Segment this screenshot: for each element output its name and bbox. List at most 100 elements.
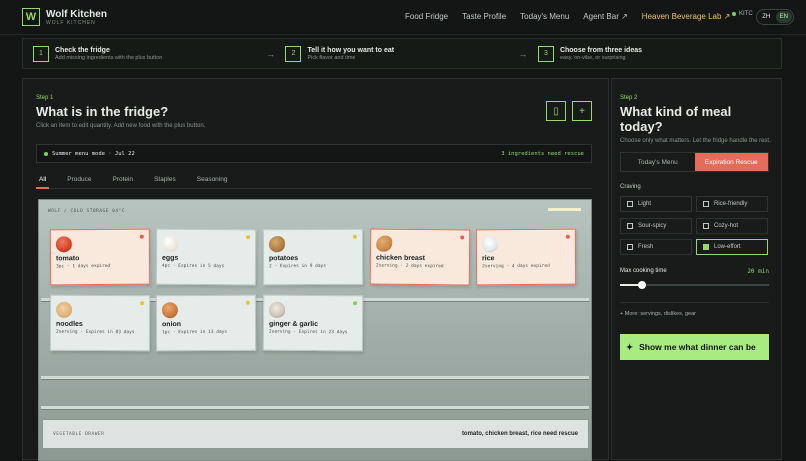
nav-food-fridge[interactable]: Food Fridge [405,12,448,21]
food-card-ginger-garlic[interactable]: ginger & garlic 2serving · Expires in 23… [262,294,364,352]
craving-sour-spicy[interactable]: Sour-spicy [620,218,692,234]
fridge-light [548,208,581,211]
checkbox-icon [627,223,633,229]
food-card-tomato[interactable]: tomato 3pc · 1 days expired [49,228,151,286]
food-card-rice[interactable]: rice 2serving · 4 days expired [475,228,577,286]
cook-time-value: 20 min [747,268,769,275]
more-options-link[interactable]: + More: servings, dislikes, gear [620,302,769,317]
checkbox-icon [703,223,709,229]
food-meta: 2serving · Expires in 23 days [268,329,348,336]
craving-low-effort[interactable]: Low-effort [696,239,768,255]
drawer-note: tomato, chicken breast, rice need rescue [461,431,578,437]
main-nav: Food Fridge Taste Profile Today's Menu A… [405,12,730,21]
tab-seasoning[interactable]: Seasoning [194,176,231,183]
arrow-right-icon: → [518,48,528,59]
banner-mode: Summer menu mode · Jul 22 [52,150,135,157]
status-banner: Summer menu mode · Jul 22 3 ingredients … [36,144,592,163]
checkbox-icon [703,201,709,207]
kitchen-status: KITC [732,11,753,17]
mode-expiration-rescue[interactable]: Expiration Rescue [694,153,768,171]
add-food-button[interactable]: + [572,101,592,121]
storage-label: WOLF / COLD STORAGE 04°C [48,209,126,214]
step-label: Step 1 [36,95,54,101]
cook-time-label: Max cooking time [620,268,667,274]
tab-all[interactable]: All [36,176,50,189]
food-meta: 2serving · Expires in 83 days [55,329,135,336]
food-name: noodles [55,320,83,328]
vegetable-drawer[interactable]: VEGETABLE DRAWER tomato, chicken breast,… [42,419,589,449]
slider-handle[interactable] [638,281,647,289]
tab-protein[interactable]: Protein [109,176,136,183]
food-name: ginger & garlic [268,320,319,329]
fridge-title: What is in the fridge? [36,104,169,119]
step-label: Step 2 [620,95,638,101]
nav-taste-profile[interactable]: Taste Profile [462,12,506,21]
craving-light[interactable]: Light [620,196,692,212]
steps-bar: 1 Check the fridge Add missing ingredient… [22,38,782,69]
shelf [41,406,589,410]
noodles-icon [56,301,73,318]
brand-name: Wolf Kitchen [46,8,107,20]
step-title: Tell it how you want to eat [307,46,395,54]
potato-icon [268,236,285,253]
step-1: 1 Check the fridge Add missing ingredient… [33,45,266,62]
mode-toggle: Today's Menu Expiration Rescue [620,152,769,172]
lang-zh[interactable]: ZH [758,11,775,23]
craving-label: Craving [620,184,641,190]
food-name: onion [161,321,182,329]
craving-text: Fresh [638,244,654,250]
checkbox-icon [627,201,633,207]
nav-heaven-beverage-lab[interactable]: Heaven Beverage Lab ↗ [642,12,731,21]
tab-produce[interactable]: Produce [64,176,94,183]
food-name: potatoes [268,255,299,263]
cook-time-slider[interactable] [620,281,769,289]
onion-icon [161,302,178,319]
craving-rice-friendly[interactable]: Rice-friendly [696,196,768,212]
checkbox-icon [627,244,633,250]
step-title: Check the fridge [55,46,110,54]
craving-cozy-hot[interactable]: Cozy-hot [696,218,768,234]
meal-panel: Step 2 What kind of meal today? Choose o… [611,78,782,460]
food-name: tomato [55,255,80,263]
rescue-count: 3 ingredients need rescue [501,150,584,157]
food-meta: 3pc · 1 days expired [56,263,111,270]
food-name: eggs [161,254,179,262]
logo[interactable]: W [22,8,40,26]
status-pin-icon [565,234,570,239]
step-number: 3 [537,45,554,62]
step-number: 2 [285,45,302,62]
rice-icon [481,236,498,253]
show-dinner-button[interactable]: ✦ Show me what dinner can be [620,334,769,360]
nav-todays-menu[interactable]: Today's Menu [520,12,569,21]
craving-fresh[interactable]: Fresh [620,239,692,255]
food-card-chicken-breast[interactable]: chicken breast 2serving · 2 days expired [369,228,471,286]
tab-staples[interactable]: Staples [151,176,179,183]
food-card-onion[interactable]: onion 1pc · Expires in 13 days [155,294,257,352]
status-pin-icon [460,235,465,240]
mode-todays-menu[interactable]: Today's Menu [621,153,695,171]
shelf [41,376,589,380]
fridge-view-icon[interactable]: ▯ [546,101,566,121]
craving-text: Sour-spicy [638,223,667,229]
step-2: 2 Tell it how you want to eat Pick flavor… [285,45,518,62]
fridge-panel: Step 1 What is in the fridge? Click an i… [22,78,609,461]
status-dot-icon [732,12,736,16]
food-meta: 2serving · 2 days expired [375,263,444,270]
status-pin-icon [140,301,145,306]
food-card-eggs[interactable]: eggs 4pc · Expires in 5 days [155,228,257,286]
food-card-noodles[interactable]: noodles 2serving · Expires in 83 days [49,294,151,352]
fridge-interior: WOLF / COLD STORAGE 04°C tomato 3pc · 1 … [38,199,592,461]
tomato-icon [55,236,72,253]
step-desc: Add missing ingredients with the plus bu… [55,54,163,61]
category-tabs: All Produce Protein Staples Seasoning [36,176,592,189]
step-number: 1 [33,45,49,62]
nav-agent-bar[interactable]: Agent Bar ↗ [583,12,628,21]
food-meta: 2 · Expires in 9 days [269,263,326,270]
food-name: rice [481,255,495,263]
language-toggle[interactable]: ZH EN [756,9,794,25]
lang-en[interactable]: EN [775,11,792,23]
drawer-label: VEGETABLE DRAWER [53,431,105,437]
status-pin-icon [139,234,144,239]
food-meta: 1pc · Expires in 13 days [162,329,228,336]
food-card-potatoes[interactable]: potatoes 2 · Expires in 9 days [262,228,364,286]
